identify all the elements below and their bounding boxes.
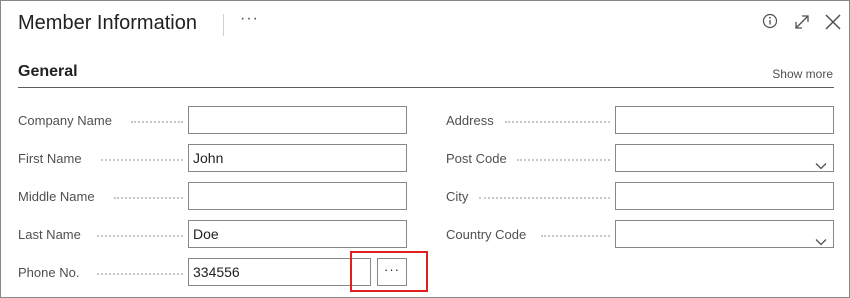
post-code-select[interactable] bbox=[615, 144, 834, 172]
city-label: City bbox=[446, 189, 469, 204]
company-name-field[interactable] bbox=[188, 106, 407, 134]
show-more-link[interactable]: Show more bbox=[772, 67, 833, 81]
phone-no-field[interactable]: 334556 bbox=[188, 258, 371, 286]
last-name-field[interactable]: Doe bbox=[188, 220, 407, 248]
more-actions-button[interactable]: ··· bbox=[240, 10, 259, 28]
post-code-label: Post Code bbox=[446, 151, 507, 166]
leader-dots bbox=[114, 197, 183, 199]
leader-dots bbox=[541, 235, 610, 237]
highlight-box bbox=[350, 251, 428, 292]
first-name-label: First Name bbox=[18, 151, 82, 166]
address-label: Address bbox=[446, 113, 494, 128]
last-name-label: Last Name bbox=[18, 227, 81, 242]
chevron-down-icon bbox=[815, 153, 827, 179]
leader-dots bbox=[505, 121, 610, 123]
leader-dots bbox=[517, 159, 610, 161]
leader-dots bbox=[97, 273, 183, 275]
info-icon[interactable] bbox=[762, 13, 778, 34]
leader-dots bbox=[101, 159, 183, 161]
middle-name-field[interactable] bbox=[188, 182, 407, 210]
first-name-field[interactable]: John bbox=[188, 144, 407, 172]
address-field[interactable] bbox=[615, 106, 834, 134]
leader-dots bbox=[131, 121, 183, 123]
leader-dots bbox=[479, 197, 610, 199]
country-code-label: Country Code bbox=[446, 227, 527, 242]
title-divider bbox=[223, 14, 224, 36]
middle-name-label: Middle Name bbox=[18, 189, 95, 204]
section-divider bbox=[18, 87, 834, 88]
page-title: Member Information bbox=[18, 12, 197, 34]
city-field[interactable] bbox=[615, 182, 834, 210]
company-name-label: Company Name bbox=[18, 113, 112, 128]
expand-icon[interactable] bbox=[793, 13, 811, 36]
country-code-select[interactable] bbox=[615, 220, 834, 248]
member-information-dialog: Member Information ··· General Show more… bbox=[0, 0, 850, 298]
close-icon[interactable] bbox=[824, 13, 842, 36]
phone-no-label: Phone No. bbox=[18, 265, 80, 280]
section-title-general[interactable]: General bbox=[18, 63, 78, 81]
chevron-down-icon bbox=[815, 229, 827, 255]
leader-dots bbox=[97, 235, 183, 237]
